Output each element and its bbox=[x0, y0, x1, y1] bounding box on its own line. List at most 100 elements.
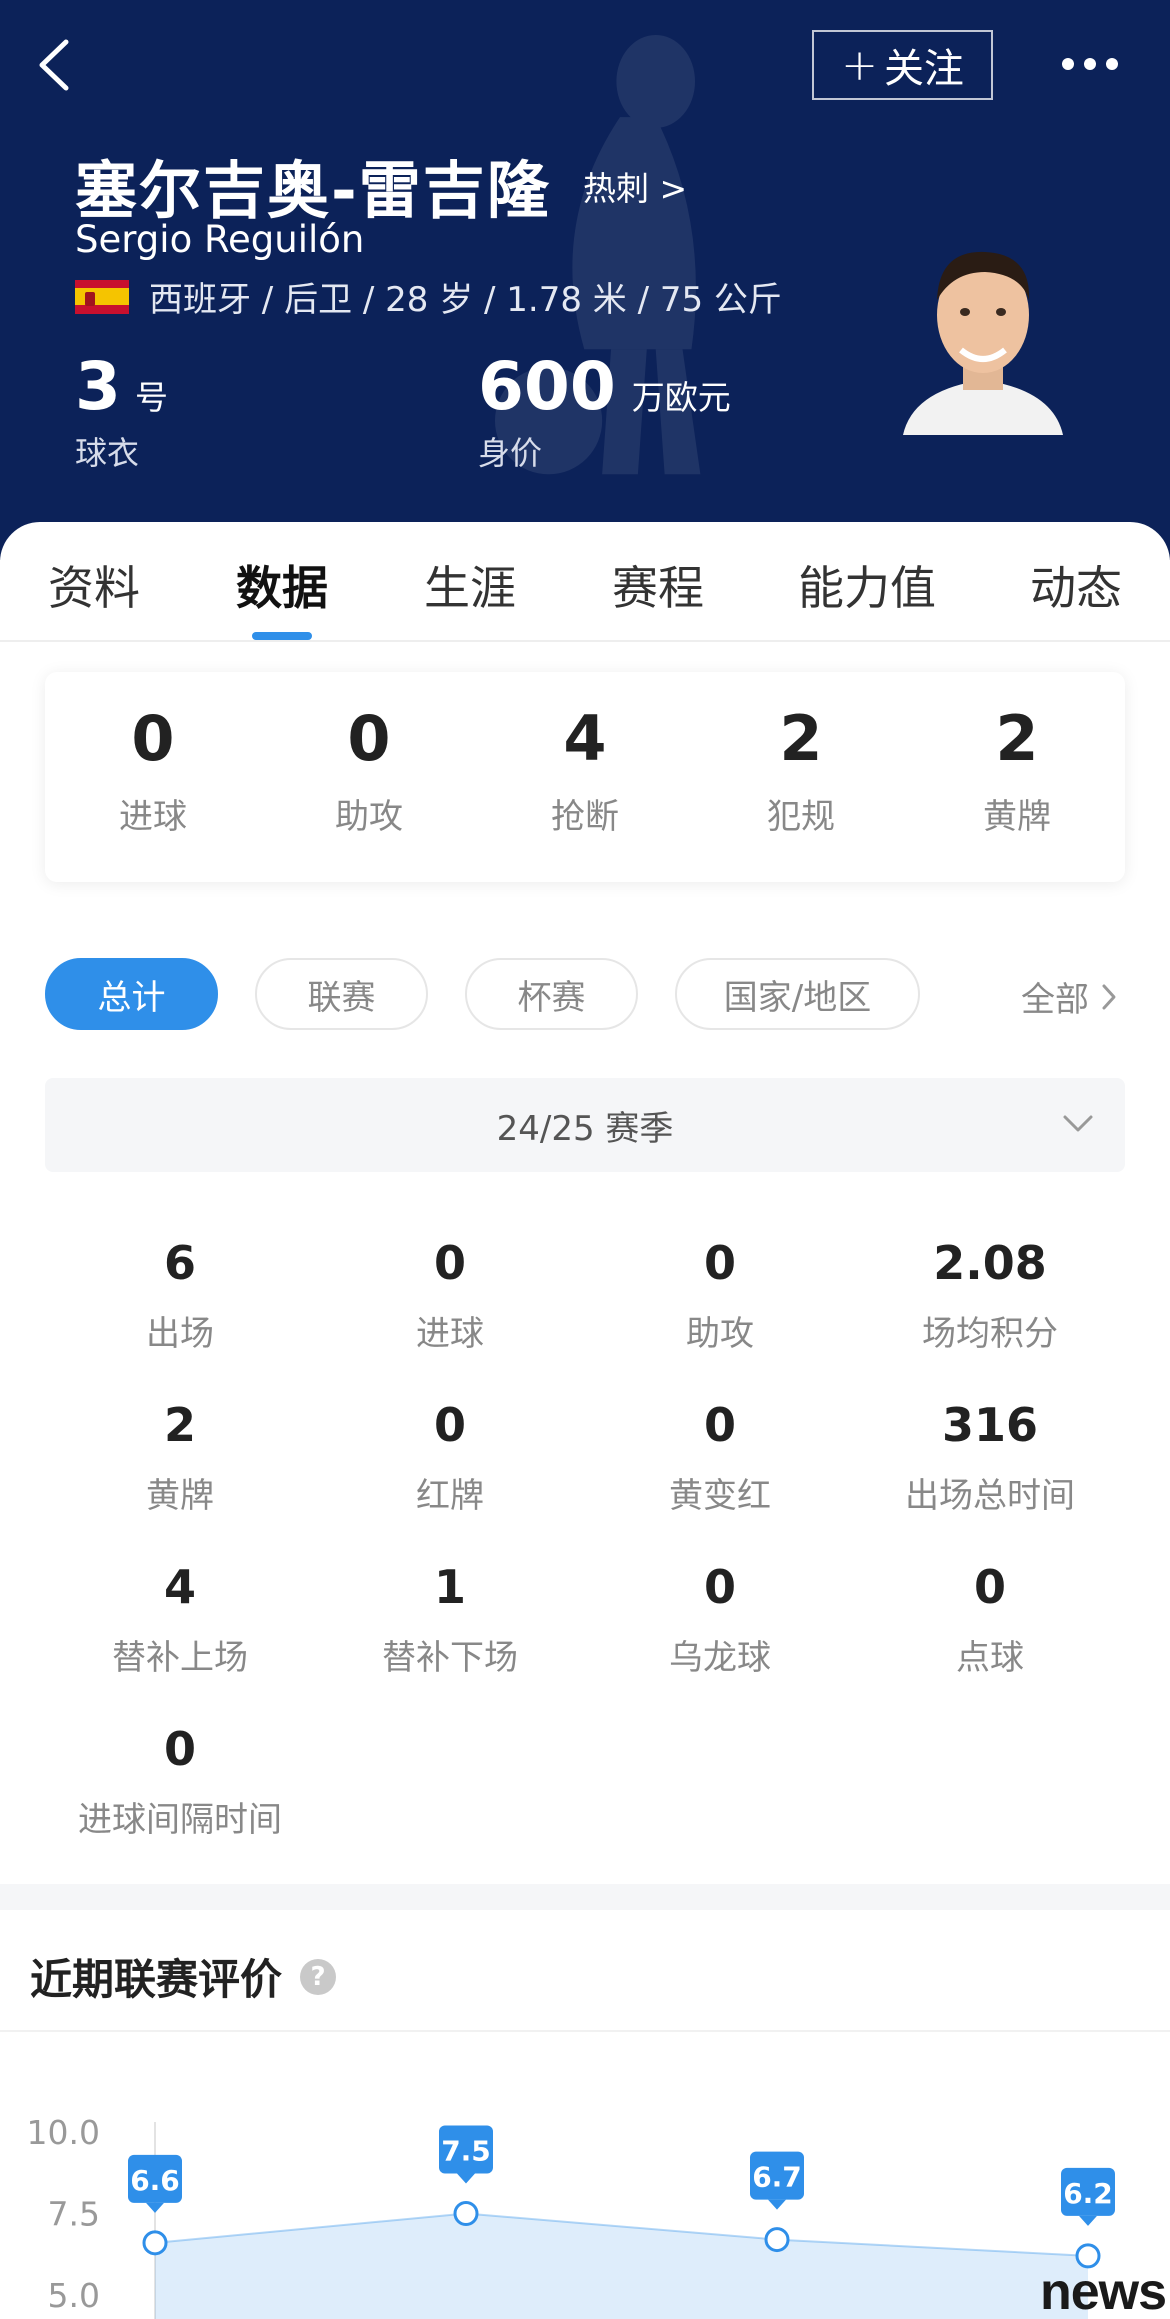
market-value-number: 600 bbox=[478, 348, 616, 425]
stat-item: 316 出场总时间 bbox=[855, 1398, 1125, 1517]
stat-label: 场均积分 bbox=[922, 1314, 1058, 1354]
stat-value: 2.08 bbox=[933, 1236, 1047, 1290]
y-tick-label: 7.5 bbox=[48, 2195, 100, 2234]
stat-item: 0 红牌 bbox=[315, 1398, 585, 1517]
stat-value: 6 bbox=[163, 1236, 196, 1290]
chevron-right-icon bbox=[1102, 984, 1116, 1009]
stat-label: 替补上场 bbox=[112, 1638, 248, 1678]
filter-cup[interactable]: 杯赛 bbox=[465, 958, 638, 1030]
summary-label: 进球 bbox=[119, 797, 187, 837]
stat-label: 助攻 bbox=[686, 1314, 754, 1354]
section-divider bbox=[0, 1884, 1170, 1910]
plus-icon: + bbox=[841, 39, 878, 91]
player-avatar bbox=[903, 251, 1063, 435]
player-name-en: Sergio Reguilón bbox=[75, 218, 365, 261]
chevron-left-icon bbox=[39, 39, 69, 91]
shirt-number: 3 号 bbox=[75, 348, 168, 425]
stat-label: 替补下场 bbox=[382, 1638, 518, 1678]
player-info-line: 西班牙 / 后卫 / 28 岁 / 1.78 米 / 75 公斤 bbox=[75, 272, 782, 321]
stat-value: 2 bbox=[163, 1398, 196, 1452]
help-icon[interactable]: ? bbox=[300, 1958, 337, 1995]
stat-value: 0 bbox=[433, 1398, 466, 1452]
rating-title-text: 近期联赛评价 bbox=[30, 1955, 283, 2004]
rating-label-pointer bbox=[457, 2173, 475, 2184]
more-dot-icon bbox=[1062, 58, 1074, 70]
stat-value: 0 bbox=[703, 1398, 736, 1452]
summary-item: 2 犯规 bbox=[711, 702, 891, 838]
stat-item: 1 替补下场 bbox=[315, 1560, 585, 1679]
stat-label: 乌龙球 bbox=[669, 1638, 771, 1678]
rating-label-pointer bbox=[1079, 2215, 1097, 2226]
follow-button[interactable]: + 关注 bbox=[812, 30, 993, 100]
season-value: 24/25 赛季 bbox=[496, 1108, 674, 1149]
summary-label: 黄牌 bbox=[983, 797, 1051, 837]
summary-value: 2 bbox=[995, 702, 1039, 775]
season-select[interactable]: 24/25 赛季 bbox=[45, 1078, 1125, 1172]
spain-flag-icon bbox=[75, 279, 129, 314]
rating-point bbox=[764, 2227, 790, 2253]
tab-schedule[interactable]: 赛程 bbox=[612, 552, 704, 618]
player-info-text: 西班牙 / 后卫 / 28 岁 / 1.78 米 / 75 公斤 bbox=[149, 280, 782, 320]
stat-item: 0 进球 bbox=[315, 1236, 585, 1355]
rating-chart: 10.0 7.5 5.0 6.6 7.5 6.7 6.2 bbox=[27, 2113, 1115, 2319]
stat-label: 红牌 bbox=[416, 1476, 484, 1516]
shirt-label: 球衣 bbox=[75, 434, 140, 472]
summary-label: 助攻 bbox=[335, 797, 403, 837]
stat-label: 黄变红 bbox=[669, 1476, 771, 1516]
back-button[interactable] bbox=[30, 30, 86, 100]
stat-value: 0 bbox=[703, 1236, 736, 1290]
summary-item: 0 助攻 bbox=[279, 702, 459, 838]
tab-news[interactable]: 动态 bbox=[1030, 552, 1122, 618]
rating-section-title: 近期联赛评价 ? bbox=[30, 1946, 337, 2007]
summary-label: 抢断 bbox=[551, 797, 619, 837]
summary-value: 2 bbox=[779, 702, 823, 775]
filter-all-button[interactable]: 全部 bbox=[1021, 972, 1117, 1021]
filter-national[interactable]: 国家/地区 bbox=[675, 958, 920, 1030]
filter-all-label: 全部 bbox=[1021, 980, 1089, 1020]
rating-label: 6.7 bbox=[752, 2161, 802, 2194]
stat-value: 316 bbox=[941, 1398, 1039, 1452]
tab-ability[interactable]: 能力值 bbox=[798, 552, 936, 618]
rating-point bbox=[142, 2230, 168, 2256]
tab-career[interactable]: 生涯 bbox=[424, 552, 516, 618]
filter-league[interactable]: 联赛 bbox=[255, 958, 428, 1030]
stat-item: 2.08 场均积分 bbox=[855, 1236, 1125, 1355]
rating-label: 6.2 bbox=[1063, 2177, 1113, 2210]
more-options-button[interactable] bbox=[1058, 44, 1122, 84]
filter-row: 总计 联赛 杯赛 国家/地区 全部 bbox=[45, 958, 1170, 1030]
tab-profile[interactable]: 资料 bbox=[48, 552, 140, 618]
stat-label: 点球 bbox=[956, 1638, 1024, 1678]
stat-value: 0 bbox=[163, 1722, 196, 1776]
summary-item: 2 黄牌 bbox=[927, 702, 1107, 838]
stat-value: 0 bbox=[433, 1236, 466, 1290]
team-link[interactable]: 热刺 > bbox=[583, 162, 687, 210]
shirt-number-unit: 号 bbox=[134, 378, 168, 417]
stat-item: 0 黄变红 bbox=[585, 1398, 855, 1517]
summary-value: 4 bbox=[563, 702, 607, 775]
active-tab-indicator bbox=[252, 632, 312, 640]
stat-label: 进球 bbox=[416, 1314, 484, 1354]
stat-item: 0 点球 bbox=[855, 1560, 1125, 1679]
market-value: 600 万欧元 bbox=[478, 348, 731, 425]
summary-item: 0 进球 bbox=[63, 702, 243, 838]
stat-value: 0 bbox=[973, 1560, 1006, 1614]
rating-label-pointer bbox=[768, 2199, 786, 2210]
market-value-unit: 万欧元 bbox=[631, 378, 731, 417]
stat-item: 4 替补上场 bbox=[45, 1560, 315, 1679]
player-name-cn: 塞尔吉奥-雷吉隆 bbox=[75, 154, 551, 227]
stat-item: 0 进球间隔时间 bbox=[45, 1722, 315, 1841]
more-dot-icon bbox=[1084, 58, 1096, 70]
summary-value: 0 bbox=[131, 702, 175, 775]
follow-label: 关注 bbox=[883, 46, 964, 92]
tab-data[interactable]: 数据 bbox=[236, 552, 328, 618]
tab-bar: 资料 数据 生涯 赛程 能力值 动态 bbox=[0, 522, 1170, 642]
stat-label: 黄牌 bbox=[146, 1476, 214, 1516]
stat-value: 4 bbox=[163, 1560, 196, 1614]
player-header: + 关注 塞尔吉奥-雷吉隆 热刺 > Sergio Reguilón 西班牙 /… bbox=[0, 0, 1170, 560]
news-watermark: news bbox=[1040, 2263, 1167, 2319]
filter-total[interactable]: 总计 bbox=[45, 958, 218, 1030]
summary-card: 0 进球 0 助攻 4 抢断 2 犯规 2 黄牌 bbox=[45, 672, 1125, 882]
rating-point bbox=[453, 2201, 479, 2226]
stat-label: 出场总时间 bbox=[905, 1476, 1075, 1516]
shirt-number-value: 3 bbox=[75, 348, 121, 425]
